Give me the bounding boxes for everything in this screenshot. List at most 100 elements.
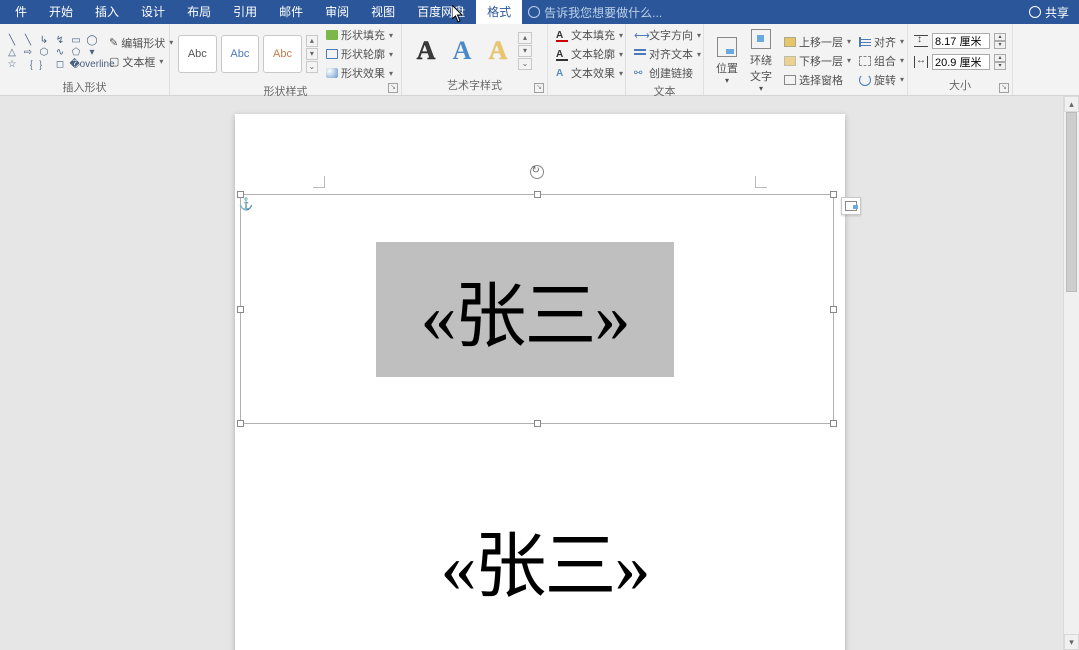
bring-forward-button[interactable]: 上移一层▾ [782,33,853,51]
shape-poly-icon[interactable]: ⬠ [70,47,82,57]
handle-bottom[interactable] [534,420,541,427]
group-obj-label: 组合 [874,53,896,69]
merge-field-2: «张三» [440,527,648,607]
shape-outline-button[interactable]: 形状轮廓▾ [324,45,395,63]
page[interactable]: ⚓ «张三» «张三» [235,114,845,650]
tab-mailings[interactable]: 邮件 [268,0,314,24]
handle-tl[interactable] [237,191,244,198]
group-label-wordart: 艺术字样式 [402,76,547,95]
shape-star-icon[interactable]: ☆ [6,59,18,69]
shape-curve-icon[interactable]: ∿ [54,47,66,57]
position-button[interactable]: 位置 ▾ [710,34,744,87]
shape-callout-icon[interactable]: ◻ [54,59,66,69]
tab-format[interactable]: 格式 [476,0,522,24]
height-down[interactable]: ▾ [994,41,1006,49]
tab-home[interactable]: 开始 [38,0,84,24]
handle-tr[interactable] [830,191,837,198]
link-icon: ⚯ [634,68,646,78]
send-backward-button[interactable]: 下移一层▾ [782,52,853,70]
shape-line2-icon[interactable]: ╲ [22,35,34,45]
shape-oval-icon[interactable]: ◯ [86,35,98,45]
shape-style-2[interactable]: Abc [221,35,260,73]
height-input[interactable] [932,33,990,49]
position-icon [717,37,737,57]
tab-layout[interactable]: 布局 [176,0,222,24]
wordart-style-1[interactable]: A [411,31,441,71]
shape-effects-button[interactable]: 形状效果▾ [324,64,395,82]
position-label: 位置 [716,60,738,76]
handle-bl[interactable] [237,420,244,427]
share-button[interactable]: 共享 [1019,4,1079,21]
shapes-gallery[interactable]: ╲ ╲ ↳ ↯ ▭ ◯ △ ⇨ ⬡ ∿ ⬠ ▾ ☆ ｛ ｝ ◻ ◇ �overl… [6,35,99,69]
selection-pane-icon [784,75,796,85]
scroll-up-button[interactable]: ▴ [1064,96,1079,112]
style-more-icon[interactable]: ⌄ [306,61,318,73]
tab-review[interactable]: 审阅 [314,0,360,24]
tab-insert[interactable]: 插入 [84,0,130,24]
rotate-button[interactable]: 旋转▾ [857,71,906,89]
wrap-text-button[interactable]: 环绕文字 ▾ [744,26,778,95]
tab-design[interactable]: 设计 [130,0,176,24]
scroll-thumb[interactable] [1066,112,1077,292]
shape-conn-icon[interactable]: ↳ [38,35,50,45]
shape-brace-icon[interactable]: ｛ [22,59,34,69]
merge-field-1[interactable]: «张三» [420,257,628,362]
wordart-style-2[interactable]: A [447,31,477,71]
shape-hex-icon[interactable]: ⬡ [38,47,50,57]
shape-style-1[interactable]: Abc [178,35,217,73]
person-icon [1029,6,1041,18]
tell-me[interactable]: 告诉我您想要做什么... [528,4,662,21]
text-effects-button[interactable]: A文本效果▾ [554,64,625,82]
tab-references[interactable]: 引用 [222,0,268,24]
text-direction-button[interactable]: ⟷文字方向▾ [632,26,703,44]
shape-conn2-icon[interactable]: ↯ [54,35,66,45]
selection-pane-button[interactable]: 选择窗格 [782,71,853,89]
align-text-button[interactable]: 对齐文本▾ [632,45,703,63]
shape-style-3[interactable]: Abc [263,35,302,73]
style-up-icon[interactable]: ▴ [306,35,318,47]
text-box-button[interactable]: ▢文本框▾ [107,53,175,71]
size-launcher[interactable]: ↘ [999,83,1009,93]
handle-right[interactable] [830,306,837,313]
text-outline-button[interactable]: A文本轮廓▾ [554,45,625,63]
group-size: ▴▾ ▴▾ 大小 ↘ [908,24,1013,95]
text-fill-button[interactable]: A文本填充▾ [554,26,625,44]
tab-baidu[interactable]: 百度网盘 [406,0,476,24]
rotate-handle[interactable] [530,165,544,179]
shape-rect-icon[interactable]: ▭ [70,35,82,45]
wordart-launcher[interactable]: ↘ [534,83,544,93]
shape-styles-launcher[interactable]: ↘ [388,83,398,93]
width-down[interactable]: ▾ [994,62,1006,70]
shape-more-icon[interactable]: ▾ [86,47,98,57]
wa-down-icon[interactable]: ▾ [518,45,532,57]
align-button[interactable]: 对齐▾ [857,33,906,51]
layout-options-button[interactable] [841,197,861,215]
group-button[interactable]: 组合▾ [857,52,906,70]
style-down-icon[interactable]: ▾ [306,48,318,60]
text-fill-icon: A [556,30,568,40]
wa-more-icon[interactable]: ⌄ [518,58,532,70]
scroll-down-button[interactable]: ▾ [1064,634,1079,650]
wordart-style-3[interactable]: A [483,31,513,71]
shape-dd-icon[interactable]: �overline [86,59,98,69]
shape-fill-button[interactable]: 形状填充▾ [324,26,395,44]
tab-view[interactable]: 视图 [360,0,406,24]
shape-tri-icon[interactable]: △ [6,47,18,57]
create-link-button[interactable]: ⚯创建链接 [632,64,703,82]
handle-top[interactable] [534,191,541,198]
edit-shape-button[interactable]: ✎编辑形状▾ [107,34,175,52]
width-spinner: ▴▾ [914,54,1006,70]
tab-file[interactable]: 件 [4,0,38,24]
shape-style-nav: ▴ ▾ ⌄ [306,35,318,74]
shape-arrow-icon[interactable]: ⇨ [22,47,34,57]
vertical-scrollbar[interactable]: ▴ ▾ [1063,96,1079,650]
body-text[interactable]: «张三» [385,507,705,612]
shape-line-icon[interactable]: ╲ [6,35,18,45]
handle-br[interactable] [830,420,837,427]
wa-up-icon[interactable]: ▴ [518,32,532,44]
height-up[interactable]: ▴ [994,33,1006,41]
width-input[interactable] [932,54,990,70]
width-up[interactable]: ▴ [994,54,1006,62]
shape-brace2-icon[interactable]: ｝ [38,59,50,69]
handle-left[interactable] [237,306,244,313]
